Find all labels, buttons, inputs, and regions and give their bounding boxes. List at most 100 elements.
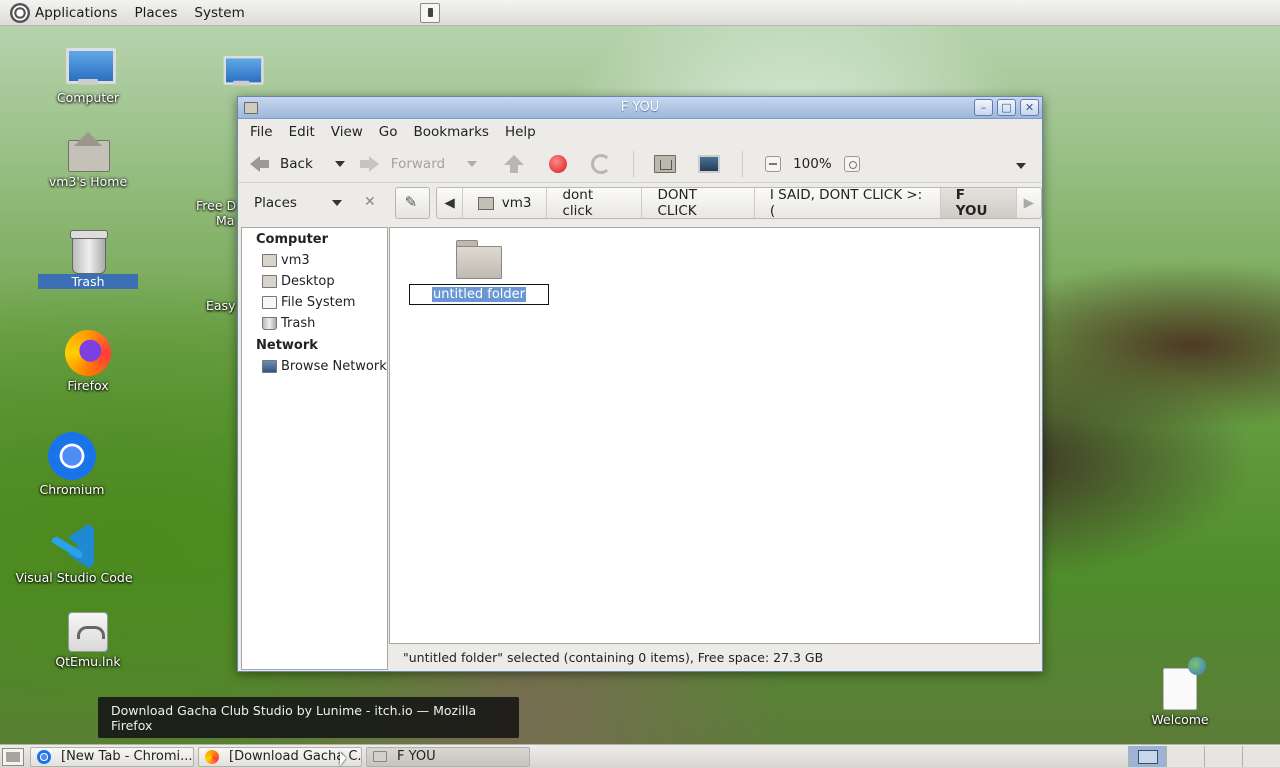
home-folder-icon — [66, 132, 110, 172]
location-bar: Places ✕ ◀ vm3 dont click DONT CLICK I S… — [238, 183, 1042, 223]
mouse-cursor-icon — [340, 752, 346, 766]
sidebar-item-file-system[interactable]: File System — [242, 292, 387, 313]
folder-icon — [456, 240, 502, 279]
trash-icon — [70, 230, 108, 274]
distro-logo-icon[interactable] — [10, 2, 30, 23]
back-button[interactable]: Back — [248, 153, 313, 175]
desktop-icon-label: Chromium — [39, 482, 105, 497]
breadcrumb-scroll-left[interactable]: ◀ — [437, 188, 463, 218]
zoom-in-icon[interactable] — [843, 155, 860, 172]
desktop-icon-easy[interactable]: Easy — [206, 298, 238, 313]
breadcrumb-dont-click-caps[interactable]: DONT CLICK — [642, 187, 755, 219]
breadcrumb-scroll-right[interactable]: ▶ — [1017, 188, 1041, 218]
home-icon — [477, 196, 494, 210]
workspace-switcher — [1128, 746, 1280, 767]
show-desktop-icon[interactable] — [2, 747, 24, 766]
close-button[interactable]: ✕ — [1020, 99, 1039, 116]
task-file-manager[interactable]: F YOU — [366, 746, 530, 767]
workspace-2[interactable] — [1166, 746, 1204, 767]
desktop-icon-firefox[interactable]: Firefox — [38, 330, 138, 393]
forward-label: Forward — [390, 155, 446, 172]
breadcrumb-f-you[interactable]: F YOU — [940, 187, 1017, 219]
home-icon — [262, 254, 277, 267]
desktop-icon-chromium[interactable]: Chromium — [22, 432, 122, 497]
panel-applet-icon[interactable] — [420, 3, 440, 23]
workspace-3[interactable] — [1204, 746, 1242, 767]
top-panel: Applications Places System — [0, 0, 1280, 26]
sidebar-item-desktop[interactable]: Desktop — [242, 271, 387, 292]
chevron-down-icon — [332, 200, 342, 206]
maximize-button[interactable]: □ — [997, 99, 1016, 116]
menubar: File Edit View Go Bookmarks Help — [238, 119, 1042, 145]
folder-item[interactable]: untitled folder — [409, 240, 549, 305]
trash-icon — [262, 317, 277, 330]
desktop-icon-computer[interactable]: Computer — [38, 48, 138, 105]
desktop-folder-icon — [262, 275, 277, 288]
status-bar: "untitled folder" selected (containing 0… — [403, 650, 824, 665]
desktop-icon-welcome[interactable]: Welcome — [1130, 657, 1230, 727]
menu-file[interactable]: File — [242, 124, 281, 140]
file-view[interactable]: untitled folder — [389, 227, 1040, 644]
menu-view[interactable]: View — [323, 124, 371, 140]
desktop-icon-qtemu[interactable]: QtEmu.lnk — [38, 612, 138, 669]
desktop-icon-label: Visual Studio Code — [15, 570, 133, 585]
menu-edit[interactable]: Edit — [281, 124, 323, 140]
task-chromium[interactable]: [New Tab - Chromi... — [30, 746, 194, 767]
reload-icon[interactable] — [591, 153, 612, 174]
zoom-level: 100% — [793, 155, 832, 172]
breadcrumb-i-said-dont-click[interactable]: I SAID, DONT CLICK >:( — [755, 187, 941, 219]
sidebar-item-vm3[interactable]: vm3 — [242, 250, 387, 271]
close-sidebar-icon[interactable]: ✕ — [364, 194, 376, 210]
desktop-icon-label: Firefox — [67, 378, 109, 393]
network-icon — [262, 360, 277, 373]
sidebar-heading-network: Network — [256, 338, 318, 353]
sidebar-item-browse-network[interactable]: Browse Network — [242, 356, 387, 377]
menu-system[interactable]: System — [194, 5, 244, 21]
desktop-icon-label: QtEmu.lnk — [55, 654, 121, 669]
minimize-button[interactable]: – — [974, 99, 993, 116]
forward-button[interactable]: Forward — [359, 153, 445, 175]
toolbar-separator — [633, 150, 635, 177]
partial-computer-icon[interactable] — [222, 56, 266, 92]
sidebar-item-trash[interactable]: Trash — [242, 313, 387, 334]
zoom-out-icon[interactable] — [765, 155, 782, 172]
window-titlebar[interactable]: F YOU – □ ✕ — [238, 97, 1042, 119]
up-arrow-icon[interactable] — [503, 153, 525, 175]
bottom-panel: [New Tab - Chromi... [Download Gacha C..… — [0, 744, 1280, 768]
desktop-icon-trash[interactable]: Trash — [38, 230, 138, 289]
menu-bookmarks[interactable]: Bookmarks — [406, 124, 497, 140]
back-history-dropdown[interactable] — [334, 160, 345, 167]
forward-history-dropdown[interactable] — [467, 160, 478, 167]
menu-go[interactable]: Go — [371, 124, 406, 140]
forward-arrow-icon — [359, 153, 381, 175]
menu-help[interactable]: Help — [497, 124, 544, 140]
menu-places[interactable]: Places — [134, 5, 177, 21]
computer-icon — [64, 48, 116, 88]
vscode-icon — [52, 524, 96, 568]
sidebar-heading-computer: Computer — [256, 232, 329, 247]
workspace-4[interactable] — [1242, 746, 1280, 767]
menu-applications[interactable]: Applications — [35, 5, 117, 21]
home-icon[interactable] — [654, 154, 677, 173]
rename-input-value: untitled folder — [431, 287, 526, 302]
desktop-icon-label: vm3's Home — [48, 174, 128, 189]
firefox-icon — [205, 749, 219, 764]
computer-icon[interactable] — [698, 154, 721, 173]
toolbar-overflow-dropdown[interactable] — [1016, 163, 1026, 169]
toggle-location-entry-button[interactable] — [394, 187, 431, 219]
toolbar-separator — [742, 150, 744, 177]
breadcrumb-vm3[interactable]: vm3 — [463, 188, 548, 218]
stop-icon[interactable] — [549, 154, 568, 173]
task-firefox[interactable]: [Download Gacha C... — [198, 746, 362, 767]
desktop-icon-label: Computer — [56, 90, 120, 105]
desktop-icon-free-d[interactable]: Free D Ma — [196, 198, 238, 228]
workspace-1[interactable] — [1128, 746, 1166, 767]
desktop-icon-label: Trash — [38, 274, 138, 289]
sidebar-selector[interactable]: Places ✕ — [242, 188, 387, 218]
desktop-icon-vscode[interactable]: Visual Studio Code — [14, 524, 134, 585]
document-icon — [1163, 657, 1206, 710]
desktop-icon-home[interactable]: vm3's Home — [38, 132, 138, 189]
breadcrumb-dont-click[interactable]: dont click — [547, 187, 643, 219]
rename-input[interactable]: untitled folder — [409, 284, 549, 305]
desktop-icon-label: Ma — [216, 213, 235, 228]
